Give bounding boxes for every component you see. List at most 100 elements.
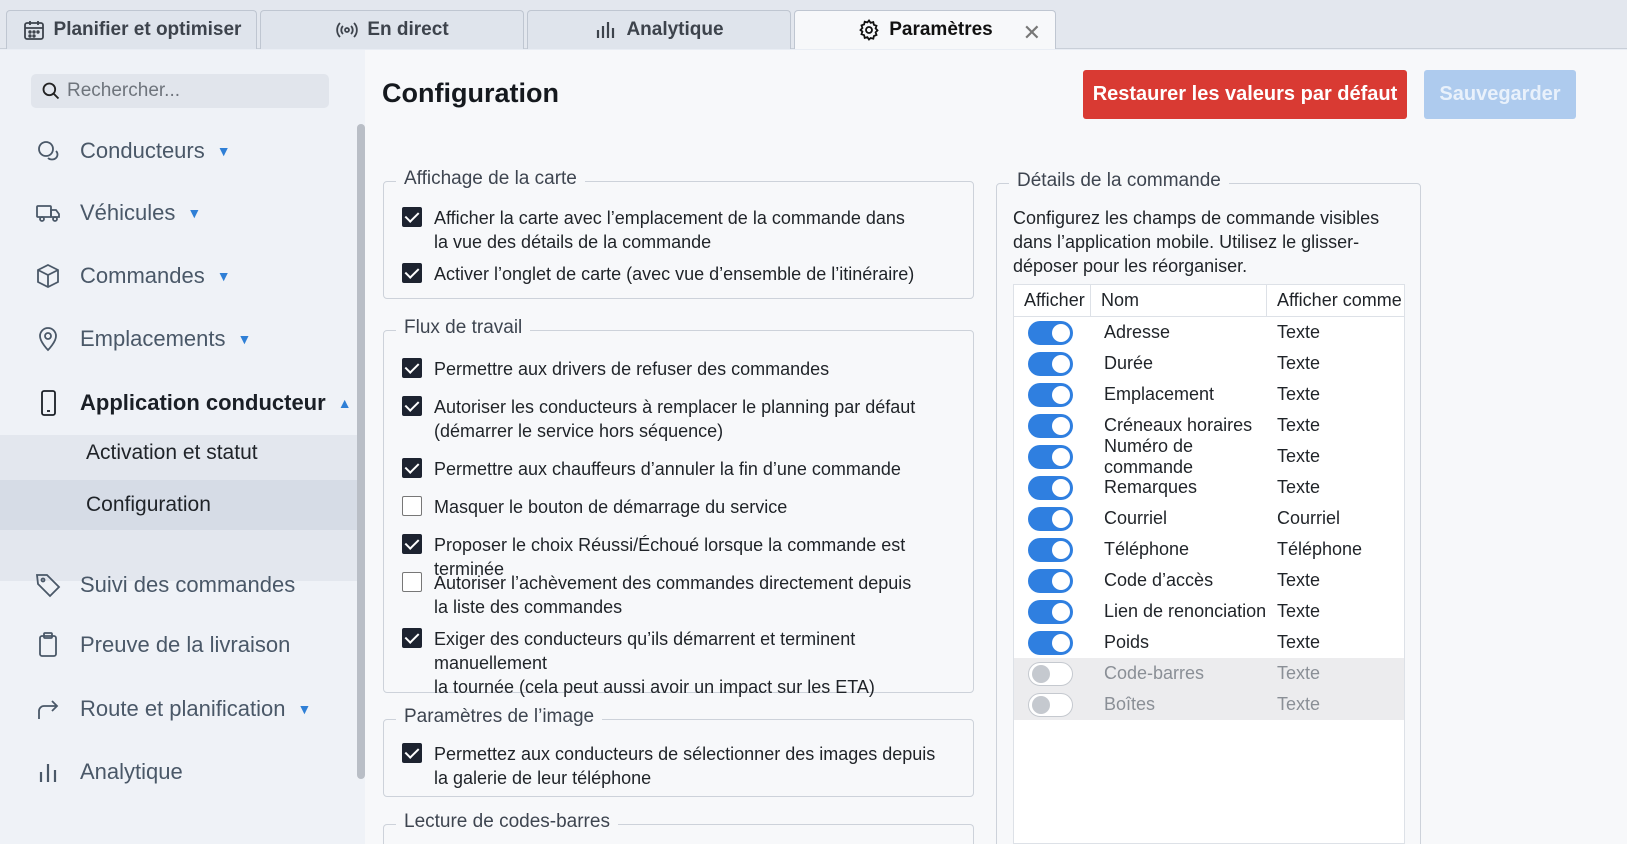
sidebar-item-drivers[interactable]: Conducteurs ▼ xyxy=(0,126,357,176)
sidebar-item-orders[interactable]: Commandes ▼ xyxy=(0,251,357,301)
sidebar-item-proof-of-delivery[interactable]: Preuve de la livraison xyxy=(0,620,357,670)
order-details-section: Détails de la commande Configurez les ch… xyxy=(996,170,1421,844)
field-display-as[interactable]: Texte xyxy=(1267,570,1320,591)
mobile-phone-icon xyxy=(41,390,56,416)
field-display-as[interactable]: Texte xyxy=(1267,353,1320,374)
column-header: Afficher comme xyxy=(1277,290,1402,310)
checkbox[interactable] xyxy=(402,496,422,516)
checkbox[interactable] xyxy=(402,207,422,227)
sidebar-item-order-tracking[interactable]: Suivi des commandes xyxy=(0,560,357,610)
field-display-as[interactable]: Texte xyxy=(1267,632,1320,653)
table-row[interactable]: Adresse Texte xyxy=(1014,317,1404,348)
option-map-tab[interactable]: Activer l’onglet de carte (avec vue d’en… xyxy=(402,262,914,286)
option-override-schedule[interactable]: Autoriser les conducteurs à remplacer le… xyxy=(402,395,915,443)
box-icon xyxy=(37,263,59,289)
option-hide-start-button[interactable]: Masquer le bouton de démarrage du servic… xyxy=(402,495,787,519)
sidebar-subitem-label: Configuration xyxy=(86,493,211,516)
table-row[interactable]: Remarques Texte xyxy=(1014,472,1404,503)
tab-plan-optimize[interactable]: Planifier et optimiser xyxy=(6,10,257,49)
table-row[interactable]: Lien de renonciation Texte xyxy=(1014,596,1404,627)
visibility-toggle[interactable] xyxy=(1028,413,1073,438)
field-display-as[interactable]: Texte xyxy=(1267,384,1320,405)
sidebar-subitem-configuration[interactable]: Configuration xyxy=(0,480,357,530)
search-icon xyxy=(42,82,60,100)
visibility-toggle[interactable] xyxy=(1028,692,1073,717)
field-display-as[interactable]: Texte xyxy=(1267,446,1320,467)
field-display-as[interactable]: Texte xyxy=(1267,601,1320,622)
checkbox[interactable] xyxy=(402,534,422,554)
table-row[interactable]: Code-barres Texte xyxy=(1014,658,1404,689)
show-cell xyxy=(1014,413,1091,438)
show-cell xyxy=(1014,630,1091,655)
visibility-toggle[interactable] xyxy=(1028,444,1073,469)
field-display-as[interactable]: Texte xyxy=(1267,477,1320,498)
sidebar-item-label: Application conducteur xyxy=(80,390,326,415)
tab-label: Planifier et optimiser xyxy=(53,19,242,40)
checkbox[interactable] xyxy=(402,572,422,592)
sidebar-item-driver-app[interactable]: Application conducteur ▲ xyxy=(0,375,357,431)
table-row[interactable]: Téléphone Téléphone xyxy=(1014,534,1404,565)
visibility-toggle[interactable] xyxy=(1028,506,1073,531)
visibility-toggle[interactable] xyxy=(1028,320,1073,345)
tab-label: Paramètres xyxy=(889,19,993,40)
sidebar-subitem-activation-status[interactable]: Activation et statut xyxy=(0,428,357,478)
table-row[interactable]: Courriel Courriel xyxy=(1014,503,1404,534)
sidebar-item-route-planning[interactable]: Route et planification ▼ xyxy=(0,684,357,734)
save-button[interactable]: Sauvegarder xyxy=(1424,70,1576,119)
sidebar-item-label: Suivi des commandes xyxy=(80,572,296,597)
field-display-as[interactable]: Courriel xyxy=(1267,508,1340,529)
restore-defaults-button[interactable]: Restaurer les valeurs par défaut xyxy=(1083,70,1407,119)
tab-label: Analytique xyxy=(626,19,724,40)
field-display-as[interactable]: Texte xyxy=(1267,663,1320,684)
visibility-toggle[interactable] xyxy=(1028,661,1073,686)
sidebar-item-vehicles[interactable]: Véhicules ▼ xyxy=(0,188,357,238)
option-gallery-images[interactable]: Permettez aux conducteurs de sélectionne… xyxy=(402,742,935,790)
visibility-toggle[interactable] xyxy=(1028,351,1073,376)
option-complete-from-list[interactable]: Autoriser l’achèvement des commandes dir… xyxy=(402,571,911,619)
visibility-toggle[interactable] xyxy=(1028,475,1073,500)
tab-analytics[interactable]: Analytique xyxy=(527,10,791,49)
sidebar-item-analytics[interactable]: Analytique xyxy=(0,747,357,797)
option-map-in-order-details[interactable]: Afficher la carte avec l’emplacement de … xyxy=(402,206,905,254)
sidebar-item-label: Route et planification xyxy=(80,696,286,721)
sidebar-scrollbar[interactable] xyxy=(357,124,365,779)
table-row[interactable]: Numéro de commande Texte xyxy=(1014,436,1404,477)
visibility-toggle[interactable] xyxy=(1028,568,1073,593)
search-box xyxy=(31,74,329,108)
field-display-as[interactable]: Téléphone xyxy=(1267,539,1362,560)
table-row[interactable]: Boîtes Texte xyxy=(1014,689,1404,720)
location-pin-icon xyxy=(39,327,57,352)
checkbox[interactable] xyxy=(402,743,422,763)
column-header: Nom xyxy=(1091,285,1267,316)
table-row[interactable]: Durée Texte xyxy=(1014,348,1404,379)
field-name: Courriel xyxy=(1104,508,1168,528)
drivers-icon xyxy=(38,141,59,161)
field-name: Boîtes xyxy=(1104,694,1156,714)
visibility-toggle[interactable] xyxy=(1028,630,1073,655)
table-row[interactable]: Code d’accès Texte xyxy=(1014,565,1404,596)
search-input[interactable] xyxy=(67,80,317,102)
checkbox[interactable] xyxy=(402,628,422,648)
option-cancel-completion[interactable]: Permettre aux chauffeurs d’annuler la fi… xyxy=(402,457,901,481)
table-row[interactable]: Emplacement Texte xyxy=(1014,379,1404,410)
visibility-toggle[interactable] xyxy=(1028,382,1073,407)
checkbox[interactable] xyxy=(402,396,422,416)
option-text: Autoriser les conducteurs à remplacer le… xyxy=(434,397,916,417)
field-name: Téléphone xyxy=(1104,539,1190,559)
option-text: Exiger des conducteurs qu’ils démarrent … xyxy=(434,629,856,673)
checkbox[interactable] xyxy=(402,458,422,478)
option-refuse-orders[interactable]: Permettre aux drivers de refuser des com… xyxy=(402,357,829,381)
tab-settings[interactable]: Paramètres ✕ xyxy=(794,10,1056,49)
visibility-toggle[interactable] xyxy=(1028,599,1073,624)
sidebar-item-locations[interactable]: Emplacements ▼ xyxy=(0,314,357,364)
checkbox[interactable] xyxy=(402,263,422,283)
field-display-as[interactable]: Texte xyxy=(1267,415,1320,436)
table-row[interactable]: Poids Texte xyxy=(1014,627,1404,658)
tab-live[interactable]: En direct xyxy=(260,10,524,49)
close-icon[interactable]: ✕ xyxy=(1023,20,1041,46)
checkbox[interactable] xyxy=(402,358,422,378)
field-display-as[interactable]: Texte xyxy=(1267,322,1320,343)
field-display-as[interactable]: Texte xyxy=(1267,694,1320,715)
option-manual-route-start[interactable]: Exiger des conducteurs qu’ils démarrent … xyxy=(402,627,973,699)
visibility-toggle[interactable] xyxy=(1028,537,1073,562)
